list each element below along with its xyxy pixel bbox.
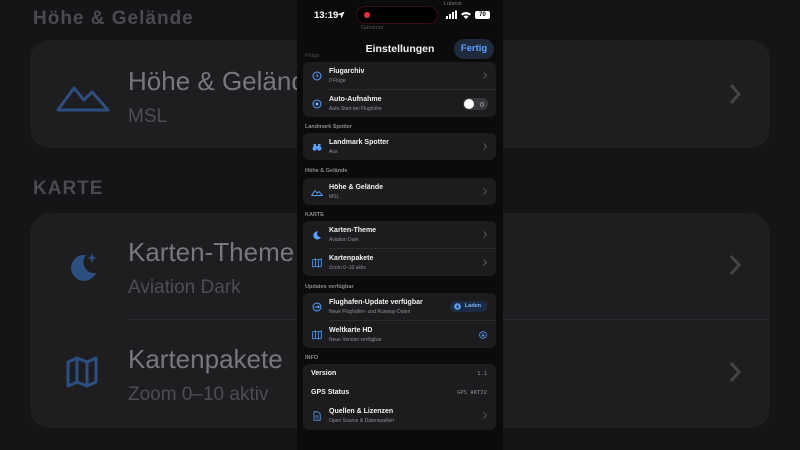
row-flughafen-update: Flughafen-Update verfügbar Neue Flughafe…: [303, 293, 496, 320]
row-subtitle: 0 Flüge: [329, 78, 346, 84]
row-subtitle: Neue Flughafen- und Runway-Daten: [329, 309, 411, 315]
row-version: Version 1.1: [303, 364, 496, 384]
chevron-right-icon: [729, 255, 742, 275]
bg-row-title: Karten-Theme: [128, 237, 295, 267]
map-location-hint: Lübeck: [444, 1, 462, 7]
row-title: Weltkarte HD: [329, 327, 373, 334]
row-subtitle: Open Source & Datenquellen: [329, 418, 395, 424]
phone-screen: 13:19 Lübeck 70 Ganzmm Einstellungen Fer…: [297, 0, 503, 450]
card-updates: Flughafen-Update verfügbar Neue Flughafe…: [303, 293, 496, 348]
toggle-knob: [464, 99, 474, 109]
map-icon: [312, 258, 322, 268]
bg-row-subtitle: Zoom 0–10 aktiv: [128, 384, 269, 405]
map-icon: [312, 330, 322, 340]
row-title: Flughafen-Update verfügbar: [329, 299, 423, 306]
row-title: Landmark Spotter: [329, 139, 389, 146]
bg-row-title: Kartenpakete: [128, 344, 283, 374]
chevron-right-icon: [729, 362, 742, 382]
section-header-updates: Updates verfügbar: [305, 284, 354, 290]
battery-indicator: 70: [475, 11, 490, 19]
map-icon: [66, 356, 98, 388]
mountains-icon: [56, 86, 110, 112]
card-hoehe: Höhe & Gelände MSL: [303, 178, 496, 205]
chevron-right-icon: [729, 84, 742, 104]
status-time: 13:19: [314, 10, 339, 21]
chevron-right-icon: [483, 231, 487, 238]
toggle-off-glyph: [480, 101, 484, 107]
bg-section-hoehe: Höhe & Gelände: [33, 8, 194, 29]
row-title: Höhe & Gelände: [329, 184, 384, 191]
card-karte: Karten-Theme Aviation Dark Kartenpakete …: [303, 221, 496, 276]
row-subtitle: Zoom 0–10 aktiv: [329, 265, 366, 271]
laden-label: Laden: [464, 303, 481, 309]
row-subtitle: MSL: [329, 194, 340, 200]
download-icon[interactable]: [479, 331, 487, 339]
row-landmark-spotter[interactable]: Landmark Spotter Aus: [303, 133, 496, 160]
nav-bar: Einstellungen Fertig: [297, 36, 503, 62]
done-button[interactable]: Fertig: [454, 39, 494, 59]
version-value: 1.1: [477, 371, 487, 377]
row-title: Flugarchiv: [329, 68, 365, 75]
document-icon: [313, 411, 321, 421]
chevron-right-icon: [483, 188, 487, 195]
bg-row-subtitle: Aviation Dark: [128, 277, 241, 298]
row-title: Karten-Theme: [329, 227, 377, 234]
version-label: Version: [311, 370, 337, 377]
bg-row-subtitle: MSL: [128, 106, 168, 127]
bg-section-karte: KARTE: [33, 178, 104, 199]
section-header-info: INFO: [305, 355, 319, 361]
row-auto-aufnahme: Auto-Aufnahme Auto-Start bei Flughöhe: [303, 90, 496, 117]
dynamic-island: [356, 6, 438, 24]
section-header-hoehe: Höhe & Gelände: [305, 168, 348, 174]
chevron-right-icon: [483, 259, 487, 266]
bg-row-title: Höhe & Gelände: [128, 66, 321, 96]
chevron-right-icon: [483, 143, 487, 150]
card-flug: Flugarchiv 0 Flüge Auto-Aufnahme Auto-St…: [303, 62, 496, 117]
row-weltkarte: Weltkarte HD Neue Version verfügbar: [303, 321, 496, 348]
record-circle-icon: [312, 99, 322, 109]
mountains-icon: [311, 190, 323, 196]
section-header-landmark: Landmark Spotter: [305, 124, 353, 130]
download-circle-icon: [453, 303, 461, 310]
row-subtitle: Auto-Start bei Flughöhe: [329, 106, 382, 112]
row-subtitle: Neue Version verfügbar: [329, 337, 382, 343]
gps-value: GPS AKTIV: [457, 390, 487, 396]
ghost-text: Ganzmm: [361, 25, 384, 31]
location-arrow-icon: [337, 11, 345, 19]
clock-arrow-icon: [312, 71, 322, 81]
row-title: Quellen & Lizenzen: [329, 408, 394, 415]
gps-label: GPS Status: [311, 389, 350, 396]
status-bar: 13:19 Lübeck 70 Ganzmm: [297, 0, 503, 31]
moon-stars-icon: [71, 253, 97, 281]
moon-stars-icon: [313, 231, 321, 240]
section-header-flug: Flüge: [305, 53, 320, 59]
laden-button[interactable]: Laden: [449, 301, 487, 312]
row-title: Kartenpakete: [329, 255, 374, 262]
row-quellen[interactable]: Quellen & Lizenzen Open Source & Datenqu…: [303, 402, 496, 429]
recording-indicator: [364, 12, 370, 18]
section-header-karte: KARTE: [305, 212, 324, 218]
binoculars-icon: [312, 144, 322, 151]
row-karten-theme[interactable]: Karten-Theme Aviation Dark: [303, 221, 496, 248]
row-subtitle: Aviation Dark: [329, 237, 359, 243]
card-info: Version 1.1 GPS Status GPS AKTIV Quellen…: [303, 364, 496, 430]
chevron-right-icon: [483, 412, 487, 419]
auto-aufnahme-toggle[interactable]: [463, 98, 488, 110]
row-gps-status: GPS Status GPS AKTIV: [303, 383, 496, 403]
chevron-right-icon: [483, 72, 487, 79]
row-hoehe-gelaende[interactable]: Höhe & Gelände MSL: [303, 178, 496, 205]
row-title: Auto-Aufnahme: [329, 96, 382, 103]
card-landmark: Landmark Spotter Aus: [303, 133, 496, 160]
airplane-circle-icon: [312, 302, 322, 312]
row-flugarchiv[interactable]: Flugarchiv 0 Flüge: [303, 62, 496, 89]
row-kartenpakete[interactable]: Kartenpakete Zoom 0–10 aktiv: [303, 249, 496, 276]
row-subtitle: Aus: [329, 149, 338, 155]
